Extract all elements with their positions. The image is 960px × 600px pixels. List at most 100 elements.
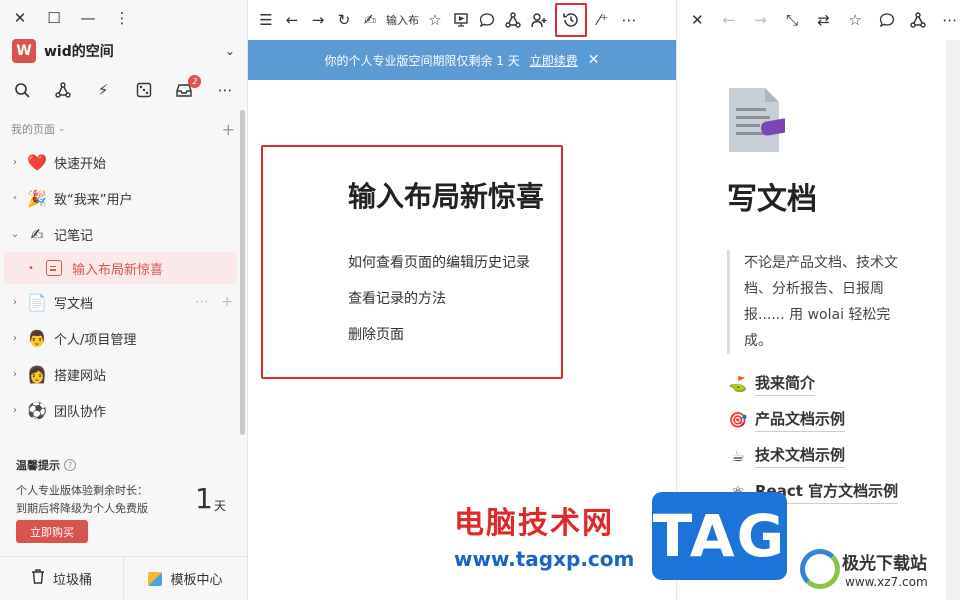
sidebar-item-label: 致“我来”用户 [54,192,133,208]
magic-wand-icon[interactable]: ⁄⁺ [593,8,613,32]
bullet-icon: • [12,192,18,204]
star-icon[interactable]: ☆ [845,8,866,32]
chevron-down-icon[interactable]: ⌄ [225,44,235,58]
user-add-icon[interactable] [529,8,549,32]
tip-text: 个人专业版体验剩余时长： 到期后将降级为个人免费版 [16,482,148,518]
help-icon[interactable]: ? [64,459,76,471]
back-icon[interactable]: ← [282,8,302,32]
sidebar-scrollbar[interactable] [240,110,245,435]
graph-icon[interactable] [908,8,929,32]
trash-button[interactable]: 垃圾桶 [0,557,123,600]
present-icon[interactable] [451,8,471,32]
sidebar-item-notes[interactable]: ⌄ ✍ 记笔记 [4,216,237,252]
chevron-right-icon[interactable]: › [8,333,22,344]
close-icon[interactable]: ✕ [588,52,600,68]
refresh-icon[interactable]: ↻ [334,8,354,32]
text-block[interactable]: 如何查看页面的编辑历史记录 [348,252,530,272]
sidebar-item-welcome[interactable]: • 🎉 致“我来”用户 [4,180,237,216]
add-page-icon[interactable]: + [222,120,235,139]
text-block[interactable]: 删除页面 [348,324,404,344]
tag-watermark-logo: TAG [652,492,787,580]
comment-icon[interactable] [477,8,497,32]
forward-icon[interactable]: → [750,8,771,32]
writing-hand-icon: ✍ [363,11,377,29]
heart-icon: ❤️ [27,152,47,172]
row-actions[interactable]: ⋯ + [195,294,237,310]
graph-icon[interactable] [51,78,75,102]
back-icon[interactable]: ← [719,8,740,32]
sidebar-item-website[interactable]: › 👩 搭建网站 [4,356,237,392]
writing-hand-icon: ✍ [30,224,44,244]
watermark-url: www.tagxp.com [454,547,635,571]
dice-icon[interactable] [132,78,156,102]
text-block[interactable]: 查看记录的方法 [348,288,446,308]
chevron-right-icon[interactable]: › [8,405,22,416]
sidebar-item-team[interactable]: › ⚽ 团队协作 [4,392,237,428]
space-name: wid的空间 [44,44,114,60]
forward-icon[interactable]: → [308,8,328,32]
remaining-days: 1 [195,482,213,515]
breadcrumb[interactable]: 输入布 [386,8,419,32]
notification-badge: 2 [188,75,202,88]
chevron-right-icon[interactable]: › [8,297,22,308]
sidebar-item-write-doc[interactable]: › 📄 写文档 ⋯ + [4,284,237,320]
history-button[interactable] [555,3,587,37]
watermark-site-url: www.xz7.com [845,575,928,589]
link-item[interactable]: ⛳ 我来简介 [727,372,816,396]
link-item[interactable]: ☕ 技术文档示例 [727,444,846,468]
search-icon[interactable] [10,78,34,102]
banner-text: 你的个人专业版空间期限仅剩余 1 天 [324,53,520,68]
preview-title[interactable]: 写文档 [727,174,817,218]
link-label: 技术文档示例 [755,444,846,468]
tip-line: 个人专业版体验剩余时长： [16,484,148,497]
more-horizontal-icon[interactable]: ⋯ [619,8,639,32]
chevron-down-icon[interactable]: ⌄ [8,229,22,240]
trash-label: 垃圾桶 [52,573,92,588]
more-horizontal-icon[interactable]: ⋯ [940,8,960,32]
maximize-icon[interactable]: ☐ [44,8,64,28]
target-icon: 🎯 [728,411,748,429]
star-icon[interactable]: ☆ [425,8,445,32]
main-editor: ☰ ← → ↻ ✍ 输入布 ☆ ⁄⁺ ⋯ 你的个人专业版空间期限仅剩余 1 天 … [248,0,676,600]
comment-icon[interactable] [876,8,897,32]
template-center-button[interactable]: 模板中心 [123,557,247,600]
sidebar-item-label: 团队协作 [54,404,107,420]
renew-link[interactable]: 立即续费 [530,52,578,69]
sidebar-item-input-layout[interactable]: • 输入布局新惊喜 [4,252,237,284]
link-item[interactable]: 🎯 产品文档示例 [727,408,846,432]
buy-now-button[interactable]: 立即购买 [16,520,88,543]
document-icon [46,260,62,276]
close-icon[interactable]: ✕ [687,8,708,32]
inbox-icon[interactable]: 2 [172,75,202,102]
sidebar-item-label: 快速开始 [54,156,107,172]
chevron-down-icon: ⌄ [58,124,66,134]
sidebar-item-quickstart[interactable]: › ❤️ 快速开始 [4,144,237,180]
chevron-right-icon[interactable]: › [8,369,22,380]
graph-icon[interactable] [503,8,523,32]
space-switcher[interactable]: W wid的空间 ⌄ [12,38,235,64]
sidebar-item-project[interactable]: › 👨 个人/项目管理 [4,320,237,356]
preview-scrollbar[interactable] [946,40,960,600]
sidebar-item-label: 写文档 [54,296,94,312]
expiry-banner: 你的个人专业版空间期限仅剩余 1 天 立即续费 ✕ [248,40,676,80]
quote-block[interactable]: 不论是产品文档、技术文档、分析报告、日报周报...... 用 wolai 轻松完… [727,250,907,354]
flash-icon[interactable]: ⚡ [91,78,115,102]
space-logo: W [12,39,36,63]
sidebar-item-label: 搭建网站 [54,368,107,384]
page-title[interactable]: 输入布局新惊喜 [348,175,544,215]
sidebar-item-label: 个人/项目管理 [54,332,137,348]
expand-icon[interactable]: ⤡ [782,8,803,32]
sidebar-footer: 垃圾桶 模板中心 [0,556,247,600]
chevron-right-icon[interactable]: › [8,157,22,168]
more-horizontal-icon[interactable]: ⋯ [213,78,237,102]
swap-icon[interactable]: ⇄ [813,8,834,32]
my-pages-header[interactable]: 我的页面 ⌄ + [11,120,235,139]
close-icon[interactable]: ✕ [10,8,30,28]
more-vertical-icon[interactable]: ⋮ [112,8,132,28]
menu-icon[interactable]: ☰ [256,8,276,32]
coffee-icon: ☕ [731,447,745,465]
minimize-icon[interactable]: — [78,8,98,28]
watermark-site-name: 极光下载站 [842,554,927,574]
golf-icon: ⛳ [728,375,748,393]
bullet-icon: • [28,262,34,274]
